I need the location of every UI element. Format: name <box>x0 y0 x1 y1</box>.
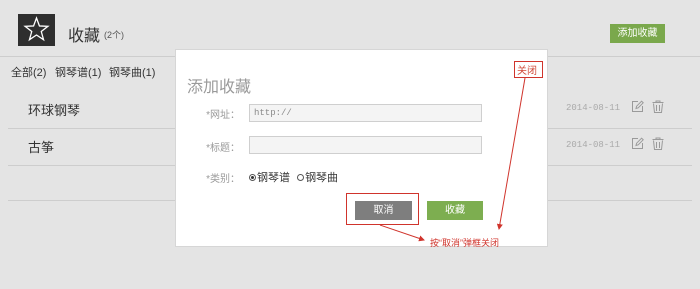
cancel-button[interactable]: 取消 <box>355 201 412 220</box>
annotation-text: 按“取消”弹框关闭 <box>430 238 499 248</box>
page-title: 收藏 <box>68 28 101 45</box>
item-title[interactable]: 环球钢琴 <box>28 100 80 119</box>
category-label: *类别： <box>206 174 240 185</box>
favorites-count: (2个) <box>104 30 124 40</box>
dialog-title: 添加收藏 <box>187 79 252 96</box>
star-icon <box>18 14 55 46</box>
add-favorite-dialog: 添加收藏 关闭 *网址： *标题： *类别： 钢琴谱 钢琴曲 取消 收藏 <box>175 49 548 247</box>
edit-icon[interactable] <box>631 137 644 155</box>
trash-icon[interactable] <box>652 137 664 155</box>
category-option-label: 钢琴曲 <box>305 172 339 184</box>
category-option-piano-music[interactable]: 钢琴曲 <box>297 169 338 185</box>
add-favorite-button[interactable]: 添加收藏 <box>610 24 665 43</box>
filter-piano-music[interactable]: 钢琴曲(1) <box>109 64 155 80</box>
category-option-label: 钢琴谱 <box>257 172 290 184</box>
filter-piano-score[interactable]: 钢琴谱(1) <box>55 64 101 80</box>
radio-selected-icon[interactable] <box>249 173 256 181</box>
url-label: *网址： <box>206 110 240 121</box>
url-input[interactable] <box>249 104 482 122</box>
category-option-piano-score[interactable]: 钢琴谱 <box>249 169 290 185</box>
filter-all[interactable]: 全部(2) <box>11 64 46 80</box>
favorites-page: 收藏 (2个) 添加收藏 全部(2) 钢琴谱(1) 钢琴曲(1) 环球钢琴 20… <box>0 0 700 289</box>
category-radio-group: 钢琴谱 钢琴曲 <box>249 169 342 185</box>
item-date: 2014-08-11 <box>566 140 621 150</box>
item-date: 2014-08-11 <box>566 103 621 113</box>
radio-unselected-icon[interactable] <box>297 173 305 181</box>
submit-button[interactable]: 收藏 <box>427 201 483 220</box>
close-link[interactable]: 关闭 <box>517 62 537 77</box>
title-label: *标题： <box>206 143 240 154</box>
trash-icon[interactable] <box>652 100 664 118</box>
title-input[interactable] <box>249 136 482 154</box>
item-title[interactable]: 古筝 <box>28 137 54 156</box>
edit-icon[interactable] <box>631 100 644 118</box>
